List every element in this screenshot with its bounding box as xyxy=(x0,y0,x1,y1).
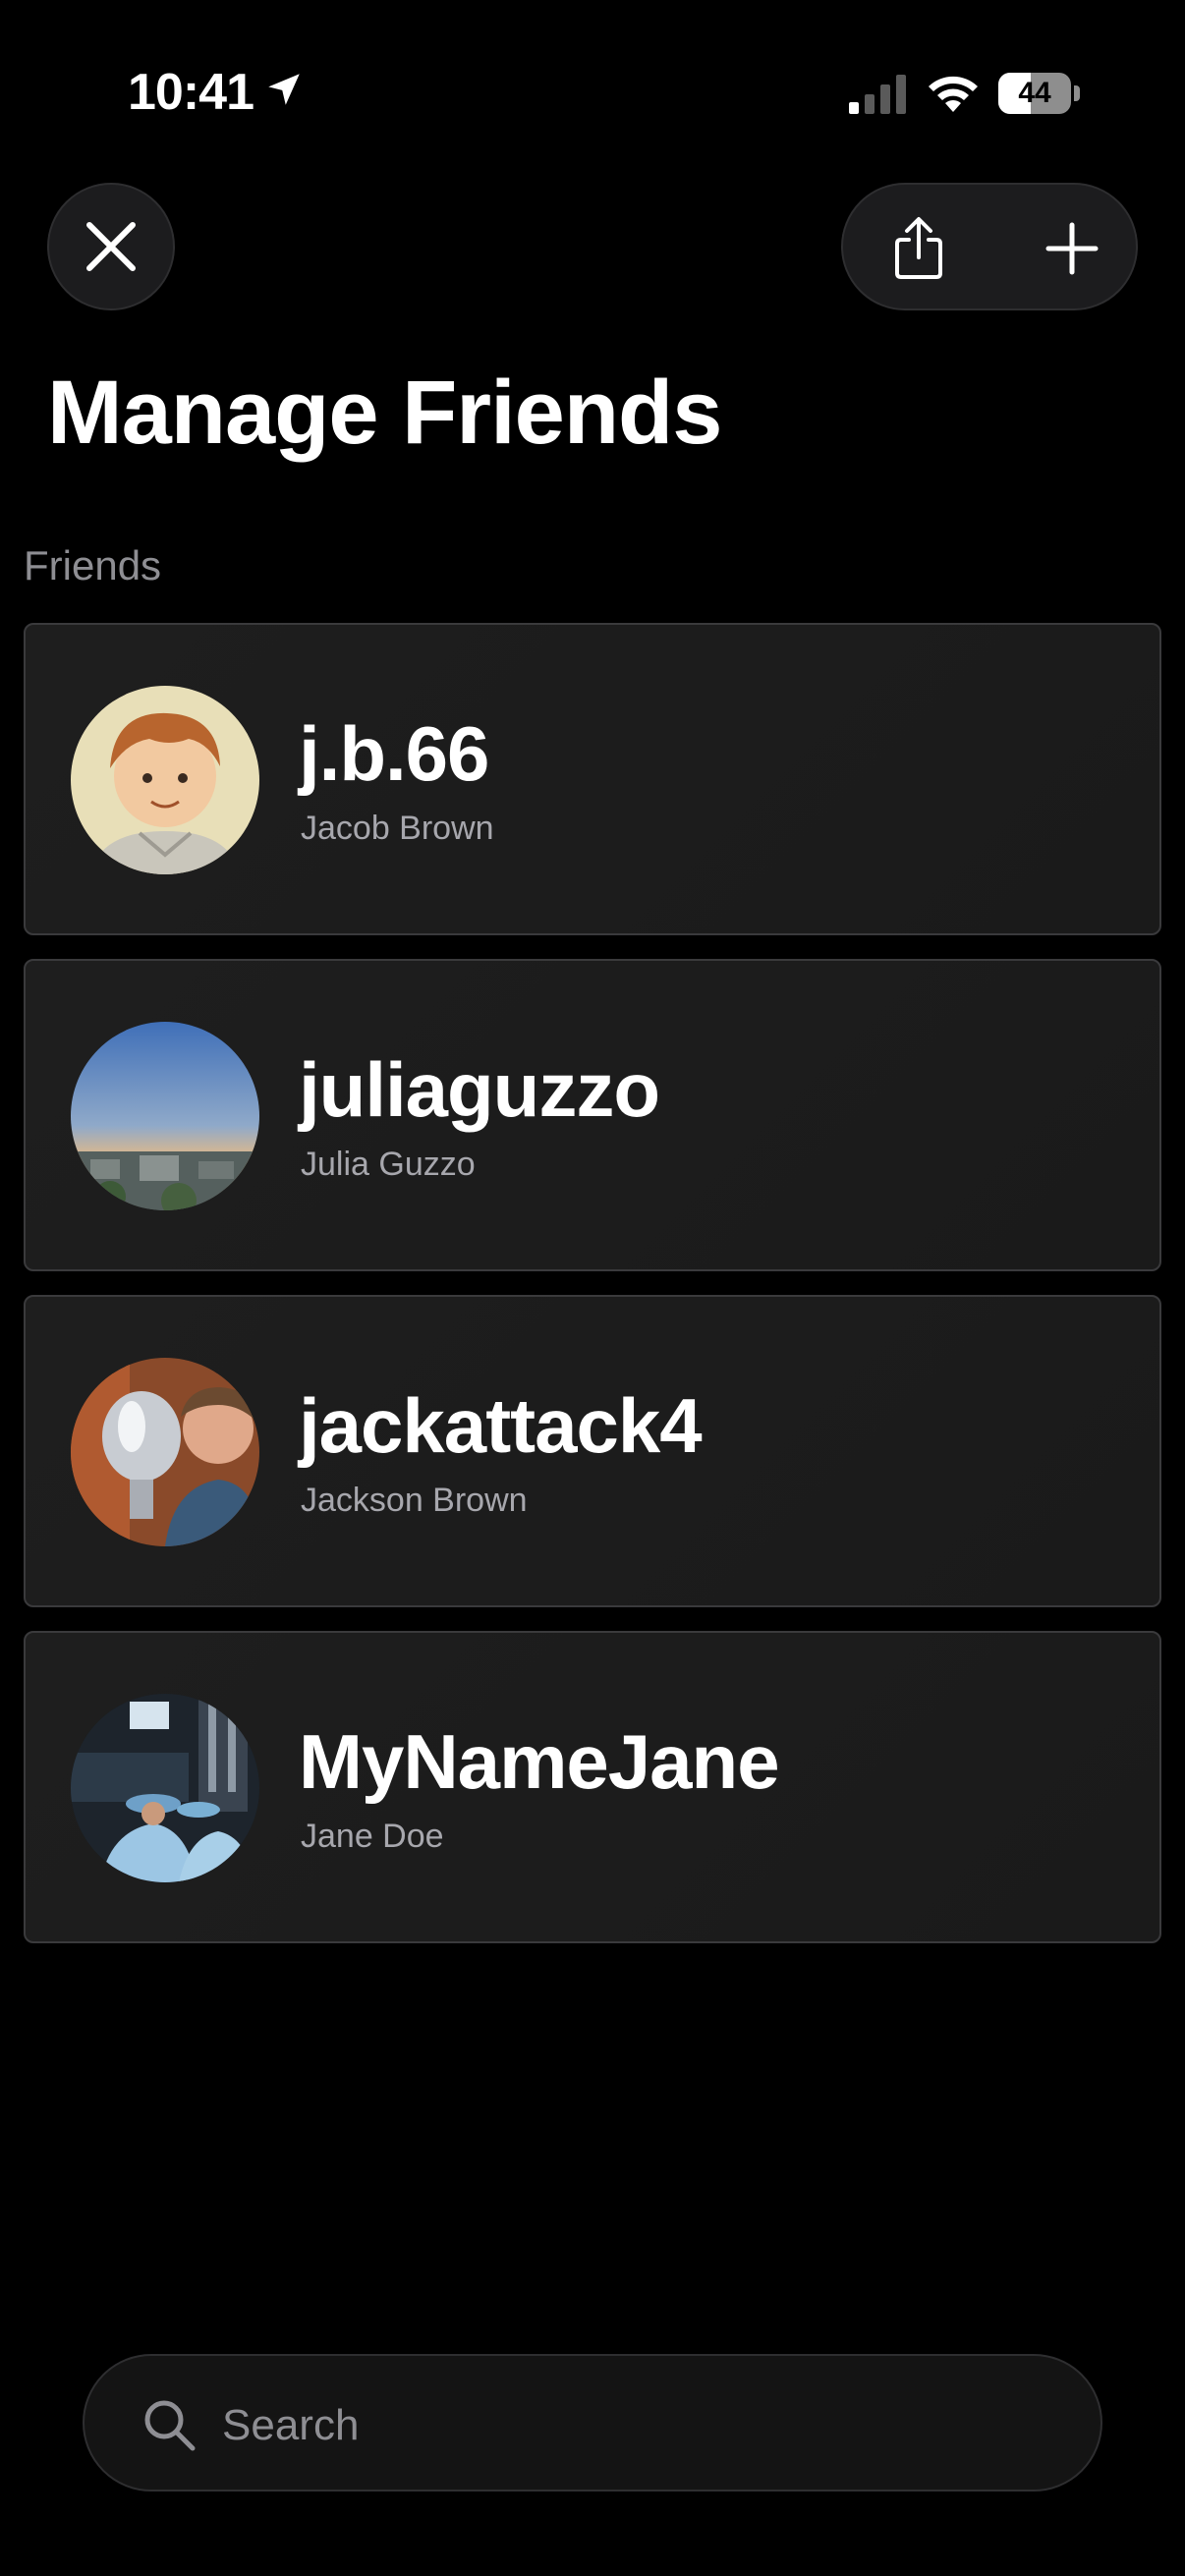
avatar xyxy=(71,1358,259,1546)
avatar xyxy=(71,1022,259,1210)
add-friend-button[interactable] xyxy=(1026,202,1118,295)
friend-list: j.b.66 Jacob Brown juliaguzzo Julia Guzz… xyxy=(24,623,1161,1967)
search-bar[interactable] xyxy=(83,2354,1102,2492)
share-icon xyxy=(895,217,942,279)
friend-username: MyNameJane xyxy=(299,1718,780,1805)
avatar xyxy=(71,1694,259,1882)
battery-indicator: 44 xyxy=(998,73,1081,114)
avatar xyxy=(71,686,259,874)
cellular-signal-icon xyxy=(849,75,906,114)
search-icon xyxy=(144,2400,196,2451)
status-time: 10:41 xyxy=(128,64,254,121)
friend-card[interactable]: j.b.66 Jacob Brown xyxy=(24,623,1161,935)
search-input[interactable] xyxy=(220,2385,1069,2466)
close-icon xyxy=(86,222,136,271)
friend-username: j.b.66 xyxy=(299,710,489,797)
friend-card[interactable]: MyNameJane Jane Doe xyxy=(24,1631,1161,1943)
friend-full-name: Jackson Brown xyxy=(301,1482,528,1519)
location-arrow-icon xyxy=(268,74,300,105)
friend-full-name: Julia Guzzo xyxy=(301,1146,476,1183)
friend-card[interactable]: jackattack4 Jackson Brown xyxy=(24,1295,1161,1607)
plus-icon xyxy=(1045,222,1099,275)
status-bar: 10:41 44 xyxy=(0,0,1185,187)
friend-username: jackattack4 xyxy=(299,1382,703,1469)
friend-card[interactable]: juliaguzzo Julia Guzzo xyxy=(24,959,1161,1271)
friend-full-name: Jacob Brown xyxy=(301,810,494,847)
page-title: Manage Friends xyxy=(47,363,722,463)
header-actions xyxy=(841,183,1138,310)
wifi-icon xyxy=(929,76,978,112)
share-button[interactable] xyxy=(873,202,965,295)
friend-username: juliaguzzo xyxy=(299,1046,660,1133)
battery-level: 44 xyxy=(1018,77,1051,109)
friend-full-name: Jane Doe xyxy=(301,1818,444,1855)
close-button[interactable] xyxy=(47,183,175,310)
friends-section-label: Friends xyxy=(24,542,162,588)
